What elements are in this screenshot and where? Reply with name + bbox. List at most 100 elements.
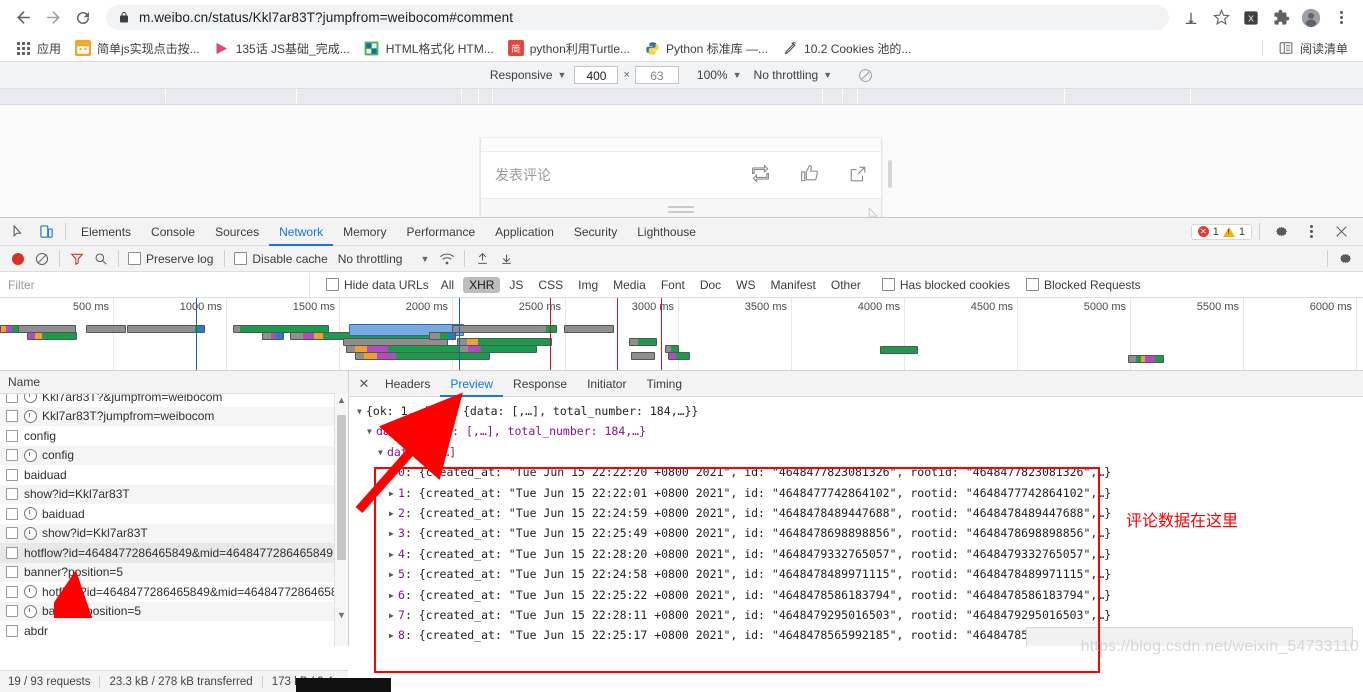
filter-type-img[interactable]: Img — [572, 277, 604, 293]
bookmark-item-4[interactable]: 简 python利用Turtle... — [501, 37, 637, 59]
bookmark-item-3[interactable]: HTML格式化 HTM... — [357, 37, 501, 59]
import-har-icon[interactable] — [470, 248, 494, 270]
json-item-row[interactable]: ▶ 1: {created_at: "Tue Jun 15 22:22:01 +0… — [357, 484, 1363, 504]
checkbox-icon[interactable] — [6, 585, 18, 598]
table-row[interactable]: Kkl7ar83T?jumpfrom=weibocom — [0, 406, 348, 426]
filter-type-media[interactable]: Media — [607, 277, 652, 293]
network-settings-gear-icon[interactable] — [1333, 248, 1357, 270]
tab-network[interactable]: Network — [269, 218, 333, 246]
filter-type-doc[interactable]: Doc — [694, 277, 727, 293]
checkbox-icon[interactable] — [6, 507, 18, 520]
json-level1-line[interactable]: ▼ data: {data: [,…], total_number: 184,…} — [357, 422, 1363, 442]
scrollbar-thumb[interactable] — [337, 415, 346, 560]
requests-column-header[interactable]: Name — [0, 371, 348, 394]
bookmark-apps[interactable]: 应用 — [8, 37, 68, 59]
filter-toggle-icon[interactable] — [65, 248, 89, 270]
reading-list-button[interactable]: 阅读清单 — [1271, 37, 1355, 59]
tab-elements[interactable]: Elements — [71, 218, 141, 246]
blocked-requests-checkbox[interactable]: Blocked Requests — [1022, 278, 1145, 292]
tab-lighthouse[interactable]: Lighthouse — [627, 218, 706, 246]
checkbox-icon[interactable] — [6, 566, 18, 579]
table-row[interactable]: Kkl7ar83T?&jumpfrom=weibocom — [0, 394, 348, 407]
table-row[interactable]: baiduad — [0, 465, 348, 485]
bookmark-item-6[interactable]: 10.2 Cookies 池的... — [775, 37, 918, 59]
clear-button[interactable] — [30, 248, 54, 270]
like-icon[interactable] — [800, 164, 819, 186]
expand-triangle-icon[interactable]: ▶ — [389, 565, 398, 584]
device-select[interactable]: Responsive ▼ — [484, 65, 573, 85]
tab-application[interactable]: Application — [485, 218, 564, 246]
scroll-down-arrow-icon[interactable]: ▼ — [335, 610, 348, 620]
table-row[interactable]: show?id=Kkl7ar83T — [0, 523, 348, 543]
checkbox-icon[interactable] — [6, 546, 18, 559]
table-row[interactable]: banner?position=5 — [0, 601, 348, 621]
json-item-row[interactable]: ▶ 4: {created_at: "Tue Jun 15 22:28:20 +0… — [357, 545, 1363, 565]
checkbox-icon[interactable] — [6, 449, 18, 462]
expand-triangle-icon[interactable]: ▶ — [389, 463, 398, 482]
requests-list[interactable]: Kkl7ar83T?&jumpfrom=weibocom Kkl7ar83T?j… — [0, 394, 348, 646]
expand-triangle-icon[interactable]: ▶ — [389, 606, 398, 625]
table-row[interactable]: hotflow?id=4648477286465849&mid=46484772… — [0, 582, 348, 602]
corner-resize-icon[interactable]: ◺ — [869, 204, 878, 217]
expand-triangle-icon[interactable]: ▶ — [389, 545, 398, 564]
repost-icon[interactable] — [751, 164, 770, 186]
comment-input-row[interactable]: 发表评论 — [481, 152, 881, 198]
requests-scrollbar[interactable]: ▲ ▼ — [334, 393, 348, 646]
back-button[interactable] — [8, 3, 38, 33]
filter-input[interactable]: Filter — [0, 272, 310, 297]
expand-triangle-icon[interactable]: ▼ — [367, 422, 376, 441]
checkbox-icon[interactable] — [6, 488, 18, 501]
expand-triangle-icon[interactable]: ▼ — [357, 402, 366, 421]
viewport-width-input[interactable]: 400 — [574, 66, 619, 84]
checkbox-icon[interactable] — [6, 394, 18, 403]
checkbox-icon[interactable] — [6, 429, 18, 442]
checkbox-icon[interactable] — [6, 410, 18, 423]
tab-preview[interactable]: Preview — [440, 371, 503, 397]
network-overview-timeline[interactable]: 500 ms 1000 ms 1500 ms 2000 ms 2500 ms 3… — [0, 298, 1363, 371]
search-icon[interactable] — [89, 248, 113, 270]
install-icon[interactable] — [1177, 4, 1205, 32]
json-item-row[interactable]: ▶ 5: {created_at: "Tue Jun 15 22:24:58 +0… — [357, 565, 1363, 585]
viewport-height-input[interactable]: 63 — [634, 66, 679, 84]
viewport-resize-bar[interactable]: ◺ — [481, 198, 881, 217]
toggle-device-toolbar-icon[interactable] — [32, 219, 60, 245]
checkbox-icon[interactable] — [6, 527, 18, 540]
tab-security[interactable]: Security — [564, 218, 627, 246]
checkbox-icon[interactable] — [6, 624, 18, 637]
issue-counters[interactable]: ✕ 1 1 — [1190, 223, 1252, 240]
table-row[interactable]: config — [0, 445, 348, 465]
devtools-more-button[interactable] — [1297, 219, 1325, 245]
devtools-settings-gear-icon[interactable] — [1267, 219, 1295, 245]
tab-timing[interactable]: Timing — [636, 371, 692, 397]
json-root-line[interactable]: ▼ {ok: 1, data: {data: [,…], total_number… — [357, 402, 1363, 422]
extension-x-icon[interactable]: X — [1237, 4, 1265, 32]
table-row[interactable]: config — [0, 426, 348, 446]
record-button[interactable] — [6, 248, 30, 270]
table-row[interactable]: show?id=Kkl7ar83T — [0, 484, 348, 504]
expand-triangle-icon[interactable]: ▶ — [389, 586, 398, 605]
bookmark-item-1[interactable]: 简单js实现点击按... — [68, 37, 207, 59]
close-details-icon[interactable]: ✕ — [353, 373, 375, 395]
tab-sources[interactable]: Sources — [205, 218, 269, 246]
has-blocked-cookies-checkbox[interactable]: Has blocked cookies — [878, 278, 1014, 292]
tab-headers[interactable]: Headers — [375, 371, 440, 397]
bookmark-star-icon[interactable] — [1207, 4, 1235, 32]
profile-avatar[interactable] — [1297, 4, 1325, 32]
json-item-row[interactable]: ▶ 0: {created_at: "Tue Jun 15 22:22:20 +0… — [357, 463, 1363, 483]
table-row[interactable]: banner?position=5 — [0, 562, 348, 582]
json-item-row[interactable]: ▶ 7: {created_at: "Tue Jun 15 22:28:11 +0… — [357, 606, 1363, 626]
expand-triangle-icon[interactable]: ▼ — [378, 443, 387, 462]
filter-type-xhr[interactable]: XHR — [463, 276, 501, 293]
filter-type-css[interactable]: CSS — [532, 277, 569, 293]
reload-button[interactable] — [68, 3, 98, 33]
tab-console[interactable]: Console — [141, 218, 205, 246]
share-icon[interactable] — [849, 165, 867, 186]
table-row[interactable]: baiduad — [0, 504, 348, 524]
tab-performance[interactable]: Performance — [396, 218, 485, 246]
json-item-row[interactable]: ▶ 6: {created_at: "Tue Jun 15 22:25:22 +0… — [357, 586, 1363, 606]
table-row[interactable]: hotflow?id=4648477286465849&mid=46484772… — [0, 543, 348, 563]
filter-type-font[interactable]: Font — [655, 277, 691, 293]
filter-type-other[interactable]: Other — [825, 277, 867, 293]
address-bar[interactable]: m.weibo.cn/status/Kkl7ar83T?jumpfrom=wei… — [106, 5, 1169, 30]
chrome-menu-button[interactable] — [1327, 4, 1355, 32]
